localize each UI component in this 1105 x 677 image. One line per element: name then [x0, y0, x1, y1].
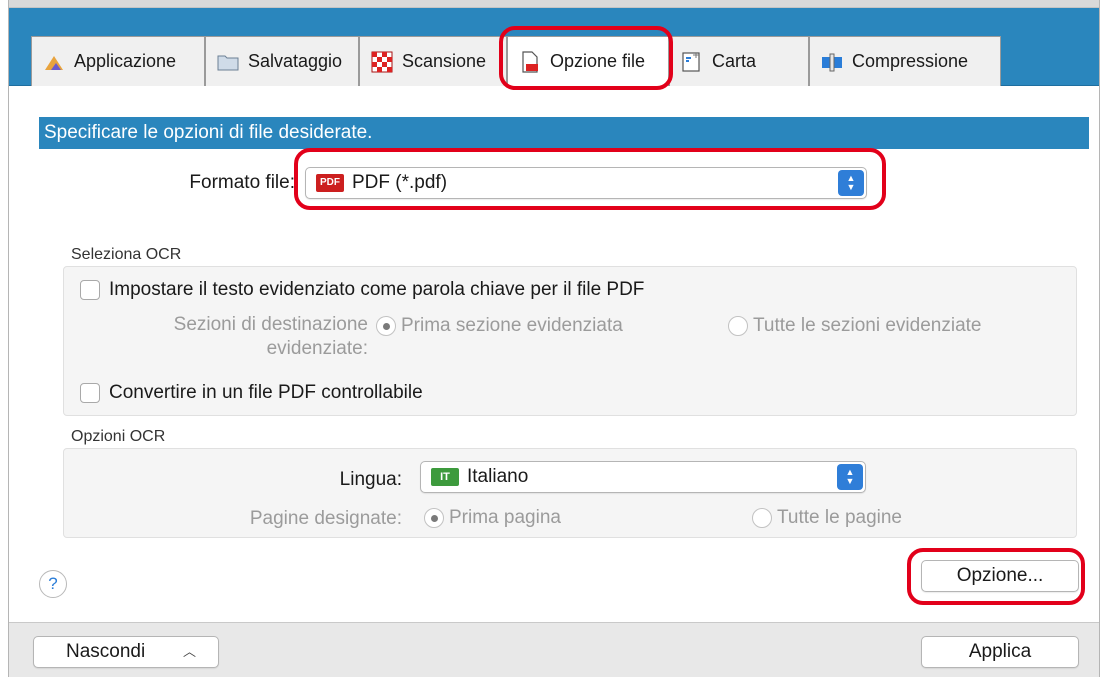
tab-salvataggio[interactable]: Salvataggio — [205, 36, 359, 86]
section-header: Specificare le opzioni di file desiderat… — [39, 117, 1089, 149]
file-option-icon — [518, 50, 542, 74]
designated-pages-label: Pagine designate: — [249, 508, 402, 529]
tab-compressione[interactable]: Compressione — [809, 36, 1001, 86]
tab-scansione[interactable]: Scansione — [359, 36, 507, 86]
tab-label: Opzione file — [550, 51, 646, 71]
option-button[interactable]: Opzione... — [921, 560, 1079, 592]
radio-button[interactable] — [424, 508, 444, 528]
radio-button[interactable] — [376, 316, 396, 336]
radio-first-page[interactable]: Prima pagina — [424, 507, 561, 529]
tab-label: Compressione — [852, 51, 969, 71]
target-sections-label: Sezioni di destinazione evidenziate: — [104, 313, 368, 361]
radio-all-sections-label: Tutte le sezioni evidenziate — [753, 315, 982, 336]
updown-arrows-icon: ▲ ▼ — [837, 464, 863, 490]
chevron-up-icon: ︿ — [182, 644, 196, 659]
tab-label: Carta — [712, 51, 757, 71]
target-sections-label-line1: Sezioni di destinazione — [173, 314, 368, 335]
tab-bar: Applicazione Salvataggio Scansione Opzio… — [9, 8, 1099, 86]
application-icon — [42, 50, 66, 74]
bottom-bar: Nascondi ︿ Applica — [9, 622, 1099, 677]
searchable-pdf-checkbox[interactable] — [80, 383, 100, 403]
ocr-options-title: Opzioni OCR — [71, 428, 166, 445]
radio-button[interactable] — [752, 508, 772, 528]
folder-icon — [216, 50, 240, 74]
hide-button-label: Nascondi — [66, 641, 146, 662]
radio-first-page-label: Prima pagina — [449, 507, 561, 528]
compression-icon — [820, 50, 844, 74]
help-button[interactable]: ? — [39, 570, 67, 598]
searchable-pdf-checkbox-row[interactable]: Convertire in un file PDF controllabile — [80, 382, 423, 404]
tab-applicazione[interactable]: Applicazione — [31, 36, 205, 86]
updown-arrows-icon: ▲ ▼ — [838, 170, 864, 196]
tab-opzione-file[interactable]: Opzione file — [507, 36, 669, 86]
target-sections-label-line2: evidenziate: — [266, 338, 368, 359]
language-value: Italiano — [467, 466, 529, 487]
tab-carta[interactable]: Carta — [669, 36, 809, 86]
apply-button[interactable]: Applica — [921, 636, 1079, 668]
radio-all-pages-label: Tutte le pagine — [777, 507, 902, 528]
tab-label: Scansione — [402, 51, 487, 71]
radio-button[interactable] — [728, 316, 748, 336]
tab-label: Salvataggio — [248, 51, 343, 71]
language-select[interactable]: IT Italiano ▲ ▼ — [420, 461, 866, 493]
keyword-checkbox-label: Impostare il testo evidenziato come paro… — [109, 279, 645, 300]
tab-label: Applicazione — [74, 51, 177, 71]
radio-all-pages[interactable]: Tutte le pagine — [752, 507, 902, 529]
hide-button[interactable]: Nascondi ︿ — [33, 636, 219, 668]
keyword-checkbox[interactable] — [80, 280, 100, 300]
radio-first-section-label: Prima sezione evidenziata — [401, 315, 623, 336]
radio-all-sections[interactable]: Tutte le sezioni evidenziate — [728, 315, 981, 337]
file-format-label: Formato file: — [189, 172, 295, 193]
file-format-value: PDF (*.pdf) — [352, 172, 448, 193]
title-strip — [9, 0, 1099, 8]
pdf-icon: PDF — [316, 174, 344, 192]
searchable-pdf-label: Convertire in un file PDF controllabile — [109, 382, 423, 403]
language-label: Lingua: — [339, 469, 402, 490]
paper-icon — [680, 50, 704, 74]
ocr-options-group: Lingua: IT Italiano ▲ ▼ Pagine designate:… — [63, 448, 1077, 538]
radio-first-section[interactable]: Prima sezione evidenziata — [376, 315, 623, 337]
ocr-select-group: Impostare il testo evidenziato come paro… — [63, 266, 1077, 416]
file-format-select[interactable]: PDF PDF (*.pdf) ▲ ▼ — [305, 167, 867, 199]
ocr-select-title: Seleziona OCR — [71, 246, 182, 263]
keyword-checkbox-row[interactable]: Impostare il testo evidenziato come paro… — [80, 279, 644, 301]
content-panel: Specificare le opzioni di file desiderat… — [9, 86, 1099, 622]
italy-flag-icon: IT — [431, 468, 459, 486]
preferences-window: Applicazione Salvataggio Scansione Opzio… — [8, 0, 1100, 677]
scan-icon — [370, 50, 394, 74]
